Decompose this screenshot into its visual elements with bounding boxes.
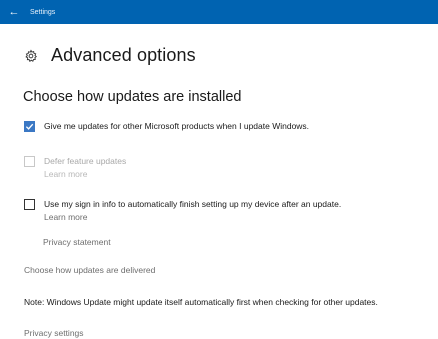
sign-in-learn-more-link[interactable]: Learn more [44,212,87,222]
gear-icon [25,48,37,62]
update-note: Note: Windows Update might update itself… [24,297,378,307]
microsoft-updates-checkbox[interactable] [24,121,35,132]
sign-in-info-option[interactable]: Use my sign in info to automatically fin… [24,199,341,210]
privacy-statement-link[interactable]: Privacy statement [43,237,111,247]
window-title: Settings [30,8,56,16]
microsoft-updates-label: Give me updates for other Microsoft prod… [44,121,310,131]
privacy-settings-link[interactable]: Privacy settings [24,328,84,338]
back-button[interactable]: ← [0,0,28,24]
title-bar: ← Settings [0,0,438,24]
defer-learn-more-link[interactable]: Learn more [44,169,87,179]
defer-feature-option[interactable]: Defer feature updates [24,156,126,167]
sign-in-info-checkbox[interactable] [24,199,35,210]
microsoft-updates-option[interactable]: Give me updates for other Microsoft prod… [24,121,309,132]
page-header: Advanced options [24,45,196,66]
delivery-link[interactable]: Choose how updates are delivered [24,265,155,275]
section-title: Choose how updates are installed [23,89,242,105]
back-arrow-icon: ← [8,6,20,18]
page-title: Advanced options [51,45,196,65]
defer-feature-label: Defer feature updates [44,156,127,166]
defer-feature-checkbox[interactable] [24,156,35,167]
checkmark-icon [25,123,34,130]
sign-in-info-label: Use my sign in info to automatically fin… [44,199,342,209]
